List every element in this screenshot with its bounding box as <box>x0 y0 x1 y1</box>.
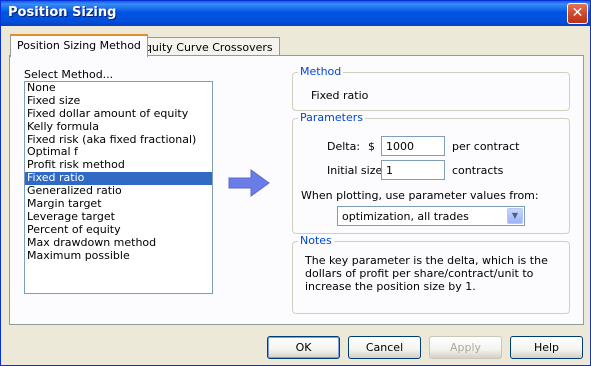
apply-button[interactable]: Apply <box>429 336 502 359</box>
delta-label: Delta: <box>327 140 361 153</box>
tab-label: Equity Curve Crossovers <box>138 41 273 54</box>
list-item[interactable]: Margin target <box>25 197 212 211</box>
notes-group: Notes The key parameter is the delta, wh… <box>292 235 570 314</box>
initial-size-unit: contracts <box>452 164 504 177</box>
list-item[interactable]: Kelly formula <box>25 120 212 134</box>
parameters-legend: Parameters <box>298 111 365 124</box>
initial-size-input[interactable] <box>381 160 445 180</box>
close-icon: ✕ <box>571 5 584 21</box>
method-value: Fixed ratio <box>311 89 369 102</box>
method-legend: Method <box>298 65 344 78</box>
chevron-down-icon[interactable]: ▼ <box>507 208 523 224</box>
tab-equity-curve-crossovers[interactable]: Equity Curve Crossovers <box>131 37 280 57</box>
position-sizing-dialog: Position Sizing ✕ Position Sizing Method… <box>0 0 591 366</box>
list-item[interactable]: None <box>25 82 212 95</box>
arrow-right-icon <box>228 169 270 197</box>
plotting-label: When plotting, use parameter values from… <box>301 189 539 202</box>
cancel-button[interactable]: Cancel <box>348 336 421 359</box>
parameters-group: Parameters Delta: $ per contract Initial… <box>292 112 570 234</box>
window-title: Position Sizing <box>8 5 117 20</box>
delta-input[interactable] <box>381 136 445 156</box>
ok-button[interactable]: OK <box>267 336 340 359</box>
tab-label: Position Sizing Method <box>17 39 141 52</box>
help-button[interactable]: Help <box>510 336 583 359</box>
list-item[interactable]: Max drawdown method <box>25 236 212 250</box>
list-item[interactable]: Fixed dollar amount of equity <box>25 107 212 121</box>
list-item[interactable]: Leverage target <box>25 210 212 224</box>
method-group: Method Fixed ratio <box>292 66 570 111</box>
close-button[interactable]: ✕ <box>567 3 588 24</box>
initial-size-label: Initial size: <box>327 164 386 177</box>
delta-dollar-sign: $ <box>368 140 375 153</box>
delta-unit: per contract <box>452 140 520 153</box>
tab-position-sizing-method[interactable]: Position Sizing Method <box>10 34 148 57</box>
plotting-values-dropdown[interactable]: optimization, all trades ▼ <box>337 206 525 226</box>
list-item[interactable]: Maximum possible <box>25 249 212 263</box>
list-item[interactable]: Fixed size <box>25 94 212 108</box>
select-method-label: Select Method... <box>24 68 114 81</box>
plotting-values-selected: optimization, all trades <box>342 210 469 223</box>
method-listbox[interactable]: None Fixed size Fixed dollar amount of equ… <box>24 81 213 294</box>
notes-text: The key parameter is the delta, which is… <box>305 254 548 293</box>
title-bar[interactable]: Position Sizing ✕ <box>1 1 590 26</box>
list-item[interactable]: Percent of equity <box>25 223 212 237</box>
notes-legend: Notes <box>298 234 334 247</box>
